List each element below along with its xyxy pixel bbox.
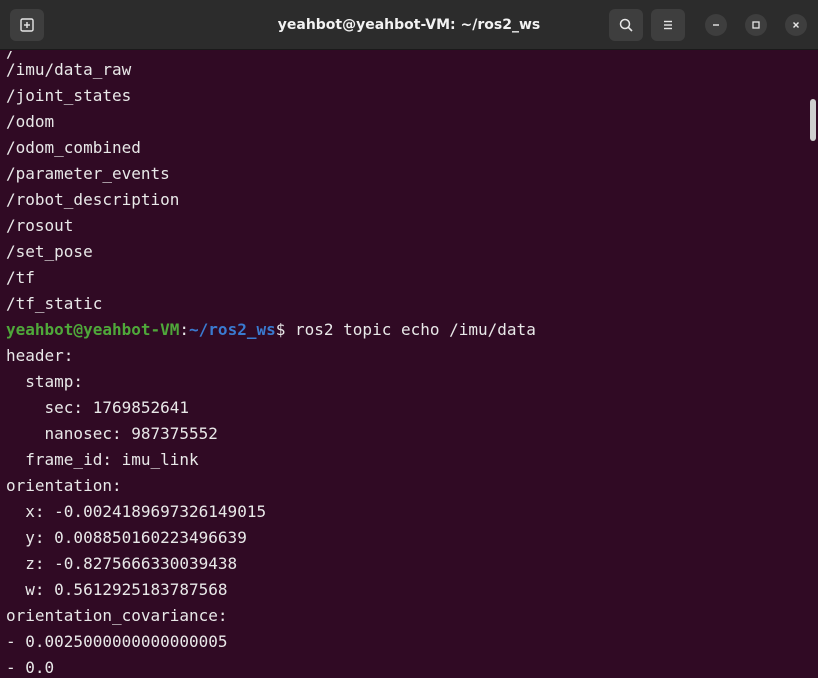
menu-button[interactable] <box>651 9 685 41</box>
prompt-user-host: yeahbot@yeahbot-VM <box>6 320 180 339</box>
output-line: orientation_covariance: <box>6 606 228 625</box>
maximize-button[interactable] <box>745 14 767 36</box>
close-icon <box>793 22 799 28</box>
output-line: w: 0.5612925183787568 <box>6 580 228 599</box>
output-line: header: <box>6 346 74 365</box>
output-line: stamp: <box>6 372 84 391</box>
command-prompt-line: yeahbot@yeahbot-VM:~/ros2_ws$ ros2 topic… <box>6 317 536 343</box>
hamburger-menu-icon <box>664 20 672 30</box>
title-bar: yeahbot@yeahbot-VM: ~/ros2_ws <box>0 0 818 50</box>
new-tab-icon <box>20 18 34 32</box>
topic-list-item: /rosout <box>6 216 74 235</box>
output-line: x: -0.0024189697326149015 <box>6 502 267 521</box>
output-line: z: -0.8275666330039438 <box>6 554 238 573</box>
topic-list-item: /odom <box>6 112 55 131</box>
topic-list-item: /odom_combined <box>6 138 141 157</box>
topic-list-item: /parameter_events <box>6 164 170 183</box>
prompt-path: ~/ros2_ws <box>189 320 276 339</box>
output-line: y: 0.008850160223496639 <box>6 528 247 547</box>
close-button[interactable] <box>785 14 807 36</box>
output-line: - 0.0 <box>6 658 55 677</box>
topic-list-item: /tf <box>6 268 35 287</box>
search-icon <box>619 18 633 32</box>
output-line: sec: 1769852641 <box>6 398 190 417</box>
terminal-output[interactable]: / /imu/data_raw /joint_states /odom /odo… <box>0 51 808 678</box>
prompt-command: ros2 topic echo /imu/data <box>295 320 536 339</box>
topic-list-item: /joint_states <box>6 86 132 105</box>
topic-list-item: /robot_description <box>6 190 180 209</box>
output-line: - 0.0025000000000000005 <box>6 632 228 651</box>
minimize-icon <box>713 24 719 26</box>
maximize-icon <box>752 21 760 29</box>
topic-list-item: /imu/data_raw <box>6 60 132 79</box>
minimize-button[interactable] <box>705 14 727 36</box>
topic-list-item: /tf_static <box>6 294 103 313</box>
topic-list-item: /set_pose <box>6 242 93 261</box>
prompt-colon: : <box>179 320 190 339</box>
output-line: nanosec: 987375552 <box>6 424 218 443</box>
output-line: frame_id: imu_link <box>6 450 199 469</box>
output-line: orientation: <box>6 476 122 495</box>
window-title: yeahbot@yeahbot-VM: ~/ros2_ws <box>277 17 541 33</box>
prompt-symbol: $ <box>275 320 295 339</box>
scrollbar-thumb[interactable] <box>810 99 816 141</box>
new-tab-button[interactable] <box>10 9 44 41</box>
vertical-scrollbar[interactable] <box>808 51 818 678</box>
search-button[interactable] <box>609 9 643 41</box>
terminal-window: yeahbot@yeahbot-VM: ~/ros2_ws / /imu/dat… <box>0 0 818 678</box>
